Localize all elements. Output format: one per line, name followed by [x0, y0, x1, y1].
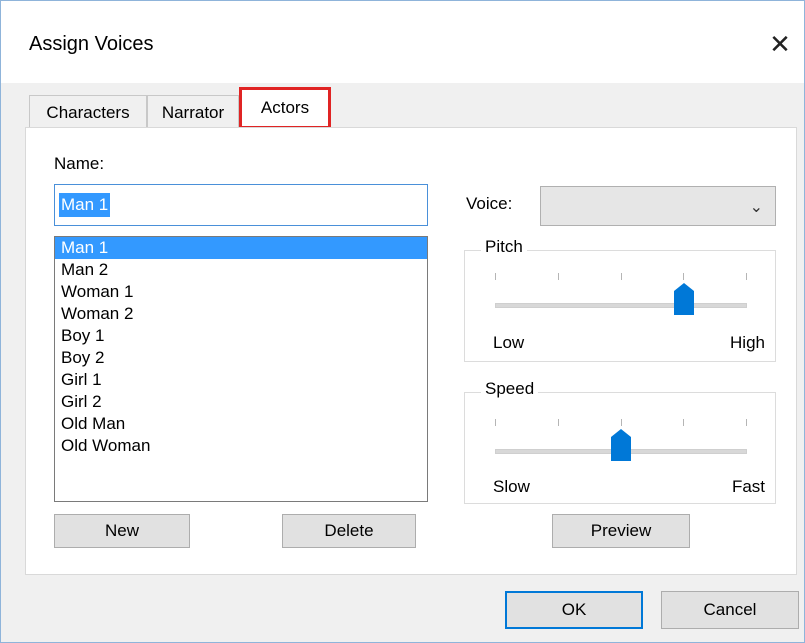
- list-item[interactable]: Woman 2: [55, 303, 427, 325]
- list-item[interactable]: Girl 2: [55, 391, 427, 413]
- pitch-low-label: Low: [493, 333, 525, 352]
- list-item[interactable]: Man 1: [55, 237, 427, 259]
- slider-tick: [495, 419, 496, 426]
- speed-slow-label: Slow: [493, 477, 530, 496]
- chevron-down-icon: ⌄: [749, 199, 763, 216]
- tab-actors[interactable]: Actors: [239, 87, 331, 129]
- list-item[interactable]: Boy 1: [55, 325, 427, 347]
- list-item[interactable]: Man 2: [55, 259, 427, 281]
- ok-button[interactable]: OK: [505, 591, 643, 629]
- speed-group: Speed Slow Fast: [464, 379, 776, 504]
- slider-tick: [557, 273, 559, 280]
- list-item[interactable]: Old Man: [55, 413, 427, 435]
- slider-tick: [620, 273, 622, 280]
- name-input-value: Man 1: [59, 193, 111, 217]
- dialog-title: Assign Voices: [29, 33, 154, 55]
- tab-characters[interactable]: Characters: [29, 95, 147, 129]
- pitch-title: Pitch: [481, 237, 527, 257]
- list-item[interactable]: Woman 1: [55, 281, 427, 303]
- slider-tick: [746, 419, 747, 426]
- voice-label: Voice:: [466, 194, 513, 213]
- slider-tick: [746, 273, 747, 280]
- name-label: Name:: [54, 154, 105, 173]
- close-icon[interactable]: ✕: [763, 27, 797, 61]
- title-bar: Assign Voices ✕: [1, 1, 804, 83]
- slider-thumb[interactable]: [674, 283, 694, 315]
- slider-thumb[interactable]: [611, 429, 631, 461]
- pitch-high-label: High: [730, 333, 765, 352]
- slider-track: [495, 303, 747, 308]
- actors-panel: Name: Man 1 Man 1 Man 2 Woman 1 Woman 2 Boy …: [25, 127, 797, 575]
- voice-dropdown[interactable]: ⌄: [540, 186, 776, 226]
- new-button[interactable]: New: [54, 514, 190, 548]
- slider-tick: [620, 419, 622, 426]
- tab-narrator[interactable]: Narrator: [147, 95, 239, 129]
- list-item[interactable]: Girl 1: [55, 369, 427, 391]
- assign-voices-dialog: Assign Voices ✕ Characters Narrator Acto…: [0, 0, 805, 643]
- slider-tick: [683, 273, 685, 280]
- slider-tick: [683, 419, 685, 426]
- list-item[interactable]: Boy 2: [55, 347, 427, 369]
- pitch-group: Pitch Low High: [464, 237, 776, 362]
- actor-listbox[interactable]: Man 1 Man 2 Woman 1 Woman 2 Boy 1 Boy 2 Girl 1…: [54, 236, 428, 502]
- preview-button[interactable]: Preview: [552, 514, 690, 548]
- list-item[interactable]: Old Woman: [55, 435, 427, 457]
- delete-button[interactable]: Delete: [282, 514, 416, 548]
- slider-tick: [557, 419, 559, 426]
- name-input[interactable]: Man 1: [54, 184, 428, 226]
- cancel-button[interactable]: Cancel: [661, 591, 799, 629]
- slider-tick: [495, 273, 496, 280]
- speed-title: Speed: [481, 379, 539, 399]
- speed-fast-label: Fast: [731, 477, 765, 496]
